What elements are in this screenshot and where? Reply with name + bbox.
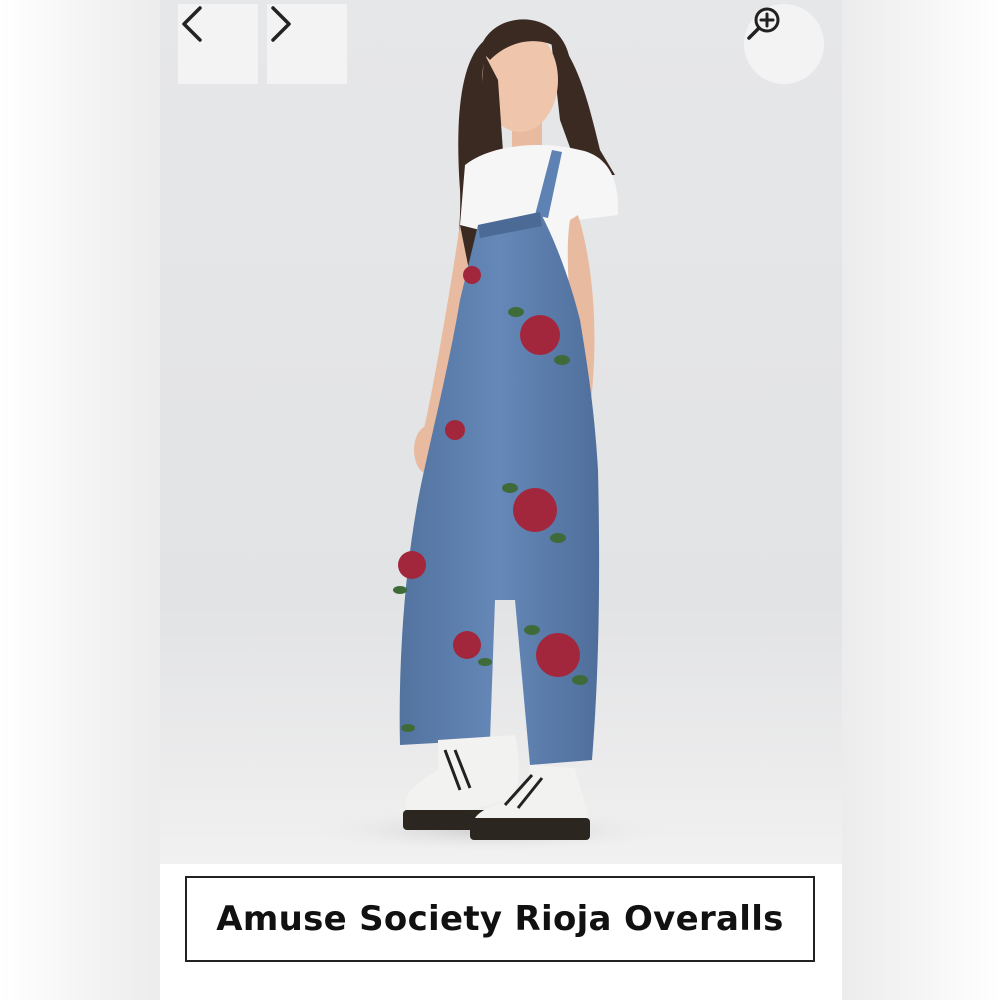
next-image-button[interactable] (267, 4, 347, 84)
chevron-right-icon (271, 6, 291, 42)
left-margin (0, 0, 160, 1000)
zoom-in-icon (747, 7, 780, 40)
chevron-left-icon (182, 6, 202, 42)
product-title: Amuse Society Rioja Overalls (216, 899, 784, 939)
zoom-button[interactable] (744, 4, 824, 84)
product-title-box: Amuse Society Rioja Overalls (185, 876, 815, 962)
product-photo[interactable] (160, 0, 842, 864)
right-margin (842, 0, 1000, 1000)
product-image-viewer (160, 0, 842, 864)
previous-image-button[interactable] (178, 4, 258, 84)
